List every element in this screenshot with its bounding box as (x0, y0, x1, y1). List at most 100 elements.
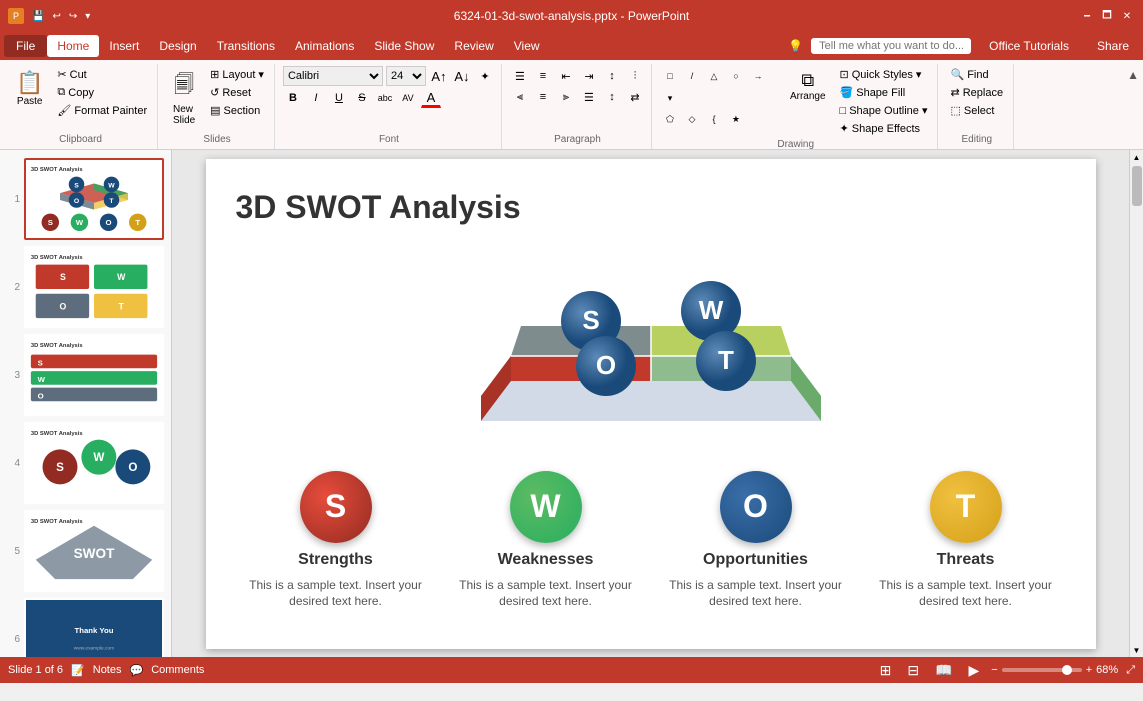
scroll-thumb[interactable] (1132, 166, 1142, 206)
decrease-indent-btn[interactable]: ⇤ (556, 66, 576, 86)
shape-line-icon[interactable]: / (682, 66, 702, 86)
shape-arrow-icon[interactable]: → (748, 66, 768, 86)
swot-desc-t: This is a sample text. Insert your desir… (866, 577, 1066, 611)
menu-view[interactable]: View (504, 35, 550, 57)
slideshow-view-btn[interactable]: ▶ (965, 660, 984, 681)
shape-circle-icon[interactable]: ○ (726, 66, 746, 86)
scroll-down-btn[interactable]: ▼ (1130, 643, 1143, 657)
slide-preview-4[interactable]: 3D SWOT Analysis S W O (24, 422, 164, 504)
maximize-btn[interactable]: 🗖 (1099, 8, 1115, 24)
increase-indent-btn[interactable]: ⇥ (579, 66, 599, 86)
menu-review[interactable]: Review (444, 35, 503, 57)
italic-btn[interactable]: I (306, 88, 326, 108)
reset-btn[interactable]: ↺ Reset (206, 84, 268, 101)
slide-sorter-btn[interactable]: ⊟ (903, 660, 923, 681)
slide-thumb-1[interactable]: 1 3D SWOT Analysis S W O T S (4, 158, 167, 240)
justify-btn[interactable]: ☰ (579, 87, 599, 107)
bullets-btn[interactable]: ☰ (510, 66, 530, 86)
increase-size-btn[interactable]: A↑ (429, 66, 449, 86)
cut-btn[interactable]: ✂ Cut (53, 66, 151, 83)
shape-rect-icon[interactable]: □ (660, 66, 680, 86)
line-spacing-btn[interactable]: ↕ (602, 87, 622, 107)
slide-thumb-5[interactable]: 5 3D SWOT Analysis SWOT (4, 510, 167, 592)
shape-brace-icon[interactable]: { (704, 109, 724, 129)
bold-btn[interactable]: B (283, 88, 303, 108)
replace-btn[interactable]: ⇄ Replace (946, 84, 1007, 101)
menu-animations[interactable]: Animations (285, 35, 364, 57)
section-btn[interactable]: ▤ Section (206, 102, 268, 119)
share-btn[interactable]: Share (1087, 35, 1139, 57)
decrease-size-btn[interactable]: A↓ (452, 66, 472, 86)
notes-btn[interactable]: Notes (93, 664, 122, 676)
shape-star-icon[interactable]: ★ (726, 109, 746, 129)
shape-diamond-icon[interactable]: ◇ (682, 109, 702, 129)
close-btn[interactable]: ✕ (1119, 8, 1135, 24)
slide-preview-2[interactable]: 3D SWOT Analysis S W O T (24, 246, 164, 328)
font-size-select[interactable]: 24 (386, 66, 426, 86)
shapes-grid: □ / △ ○ → ▾ (660, 66, 780, 108)
format-painter-btn[interactable]: 🖌 Format Painter (53, 102, 151, 119)
office-tutorials-btn[interactable]: Office Tutorials (979, 35, 1079, 57)
shape-effects-btn[interactable]: ✦ Shape Effects (836, 120, 932, 137)
menu-home[interactable]: Home (47, 35, 99, 57)
align-right-btn[interactable]: ⫸ (556, 87, 576, 107)
convert-btn[interactable]: ⇄ (625, 87, 645, 107)
slide-preview-3[interactable]: 3D SWOT Analysis S W O (24, 334, 164, 416)
menu-file[interactable]: File (4, 35, 47, 57)
align-row: ⫷ ≡ ⫸ ☰ ↕ ⇄ (510, 87, 645, 107)
slide-canvas[interactable]: 3D SWOT Analysis (206, 159, 1096, 649)
reading-view-btn[interactable]: 📖 (931, 660, 956, 681)
arrange-btn[interactable]: ⧉ Arrange (784, 66, 832, 106)
select-btn[interactable]: ⬚ Select (946, 102, 1007, 119)
strikethrough-btn[interactable]: S (352, 88, 372, 108)
menu-design[interactable]: Design (149, 35, 206, 57)
swot-label-o: Opportunities (703, 551, 808, 569)
comments-btn[interactable]: Comments (151, 664, 204, 676)
help-search[interactable] (811, 38, 971, 54)
char-spacing-btn[interactable]: AV (398, 88, 418, 108)
columns-btn[interactable]: ⫶ (625, 66, 645, 86)
save-btn[interactable]: 💾 (30, 9, 46, 24)
shape-pentagon-icon[interactable]: ⬠ (660, 109, 680, 129)
normal-view-btn[interactable]: ⊞ (876, 660, 896, 681)
zoom-in-btn[interactable]: + (1086, 664, 1092, 676)
slide-preview-5[interactable]: 3D SWOT Analysis SWOT (24, 510, 164, 592)
slide-preview-1[interactable]: 3D SWOT Analysis S W O T S W O T (24, 158, 164, 240)
font-color-btn[interactable]: A (421, 88, 441, 108)
minimize-btn[interactable]: 🗕 (1079, 8, 1095, 24)
font-name-select[interactable]: Calibri (283, 66, 383, 86)
layout-btn[interactable]: ⊞ Layout ▾ (206, 66, 268, 83)
align-left-btn[interactable]: ⫷ (510, 87, 530, 107)
direction-btn[interactable]: ↕ (602, 66, 622, 86)
ribbon-collapse-btn[interactable]: ▲ (1127, 68, 1139, 82)
copy-btn[interactable]: ⧉ Copy (53, 84, 151, 101)
slide-thumb-2[interactable]: 2 3D SWOT Analysis S W O T (4, 246, 167, 328)
shape-more-icon[interactable]: ▾ (660, 88, 680, 108)
paste-btn[interactable]: 📋 Paste (10, 66, 49, 111)
shape-outline-btn[interactable]: □ Shape Outline ▾ (836, 102, 932, 119)
clear-format-btn[interactable]: ✦ (475, 66, 495, 86)
customize-btn[interactable]: ▾ (83, 9, 92, 24)
underline-btn[interactable]: U (329, 88, 349, 108)
quick-styles-btn[interactable]: ⊡ Quick Styles ▾ (836, 66, 932, 83)
menu-insert[interactable]: Insert (99, 35, 149, 57)
slide-thumb-3[interactable]: 3 3D SWOT Analysis S W O (4, 334, 167, 416)
zoom-out-btn[interactable]: − (991, 664, 997, 676)
numbering-btn[interactable]: ≡ (533, 66, 553, 86)
fit-window-btn[interactable]: ⤢ (1126, 664, 1135, 677)
shadow-btn[interactable]: abc (375, 88, 395, 108)
new-slide-btn[interactable]: 🗐 NewSlide (166, 66, 202, 130)
menu-transitions[interactable]: Transitions (207, 35, 285, 57)
scroll-up-btn[interactable]: ▲ (1130, 150, 1143, 164)
redo-btn[interactable]: ↪ (67, 9, 79, 24)
slide-thumb-4[interactable]: 4 3D SWOT Analysis S W O (4, 422, 167, 504)
undo-btn[interactable]: ↩ (50, 9, 62, 24)
slide-preview-6[interactable]: Thank You www.example.com (24, 598, 164, 657)
find-btn[interactable]: 🔍 Find (946, 66, 1007, 83)
slide-thumb-6[interactable]: 6 Thank You www.example.com (4, 598, 167, 657)
shape-fill-btn[interactable]: 🪣 Shape Fill (836, 84, 932, 101)
align-center-btn[interactable]: ≡ (533, 87, 553, 107)
zoom-slider[interactable] (1002, 668, 1082, 672)
menu-slideshow[interactable]: Slide Show (364, 35, 444, 57)
shape-triangle-icon[interactable]: △ (704, 66, 724, 86)
